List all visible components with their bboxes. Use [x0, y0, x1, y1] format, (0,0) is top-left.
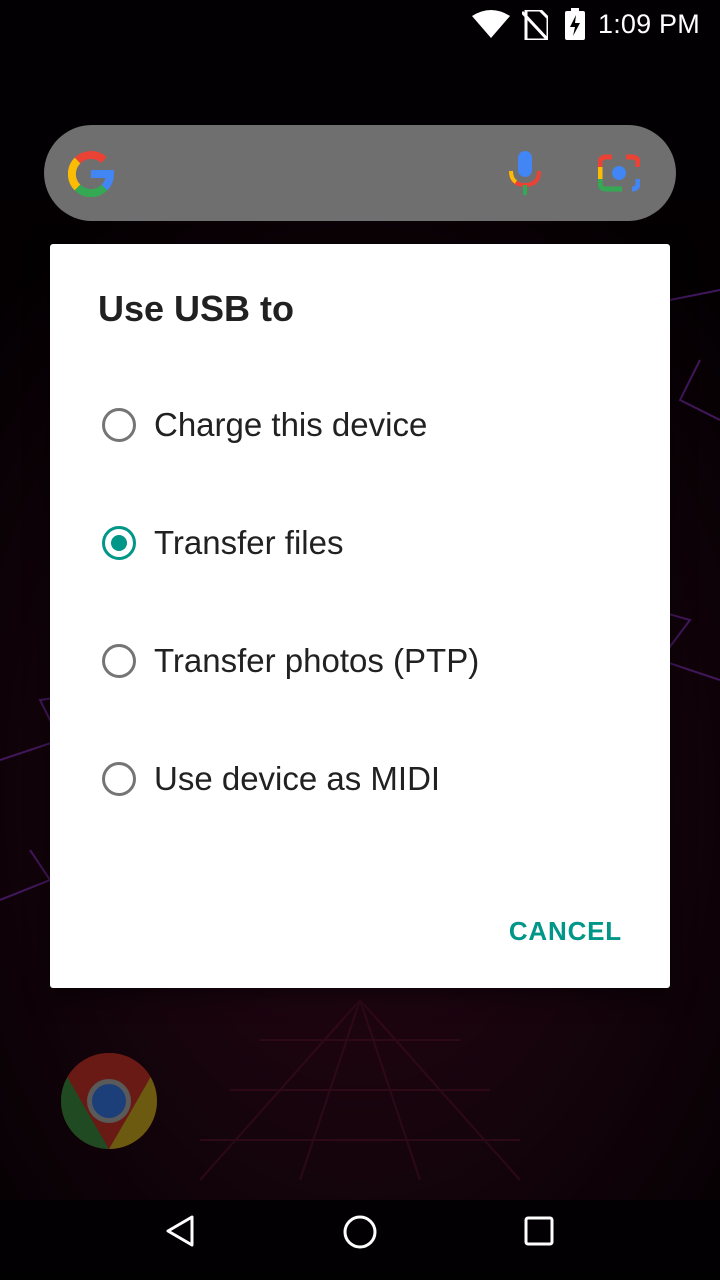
- option-label: Use device as MIDI: [154, 760, 441, 797]
- recents-icon[interactable]: [524, 1216, 554, 1246]
- option-label: Transfer photos (PTP): [154, 642, 480, 679]
- home-icon[interactable]: [342, 1214, 378, 1250]
- option-transfer-files[interactable]: Transfer files: [90, 502, 630, 590]
- google-lens-icon[interactable]: [598, 153, 640, 193]
- chrome-icon[interactable]: [60, 1052, 158, 1150]
- option-charge-device[interactable]: Charge this device: [90, 384, 630, 472]
- status-bar: 1:09 PM: [0, 0, 720, 48]
- option-label: Transfer files: [154, 524, 344, 561]
- search-bar[interactable]: [44, 125, 676, 221]
- option-label: Charge this device: [154, 406, 428, 443]
- navigation-bar: [0, 1184, 720, 1280]
- battery-charging-icon: [565, 8, 585, 40]
- radio-button[interactable]: [102, 408, 136, 442]
- radio-button-selected[interactable]: [102, 526, 136, 560]
- radio-button[interactable]: [102, 644, 136, 678]
- cancel-button[interactable]: CANCEL: [509, 916, 622, 947]
- mic-icon[interactable]: [508, 151, 542, 195]
- usb-mode-dialog: Use USB to Charge this device Transfer f…: [50, 244, 670, 988]
- option-midi[interactable]: Use device as MIDI: [90, 738, 630, 826]
- wifi-icon: [472, 10, 510, 38]
- no-sim-icon: [522, 10, 548, 40]
- dialog-title: Use USB to: [98, 288, 295, 329]
- option-transfer-photos[interactable]: Transfer photos (PTP): [90, 620, 630, 708]
- screen: 1:09 PM Use USB to Charge this device Tr…: [0, 0, 720, 1280]
- clock: 1:09 PM: [598, 9, 700, 39]
- back-icon[interactable]: [164, 1214, 196, 1248]
- google-logo-icon: [68, 151, 114, 197]
- radio-button[interactable]: [102, 762, 136, 796]
